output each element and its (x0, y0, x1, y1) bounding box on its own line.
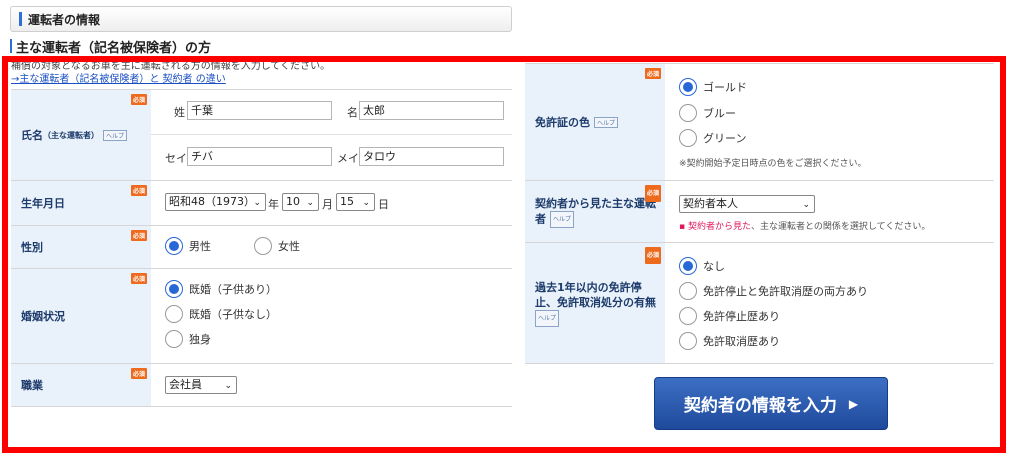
section-title: 運転者の情報 (28, 12, 101, 27)
highlight-frame (2, 56, 1006, 453)
sub-heading-title: 主な運転者（記名被保険者）の方 (16, 40, 212, 56)
section-header: 運転者の情報 (10, 6, 512, 32)
section-accent (19, 12, 22, 26)
sub-heading-accent (10, 39, 12, 53)
sub-heading: 主な運転者（記名被保険者）の方 (10, 38, 212, 56)
